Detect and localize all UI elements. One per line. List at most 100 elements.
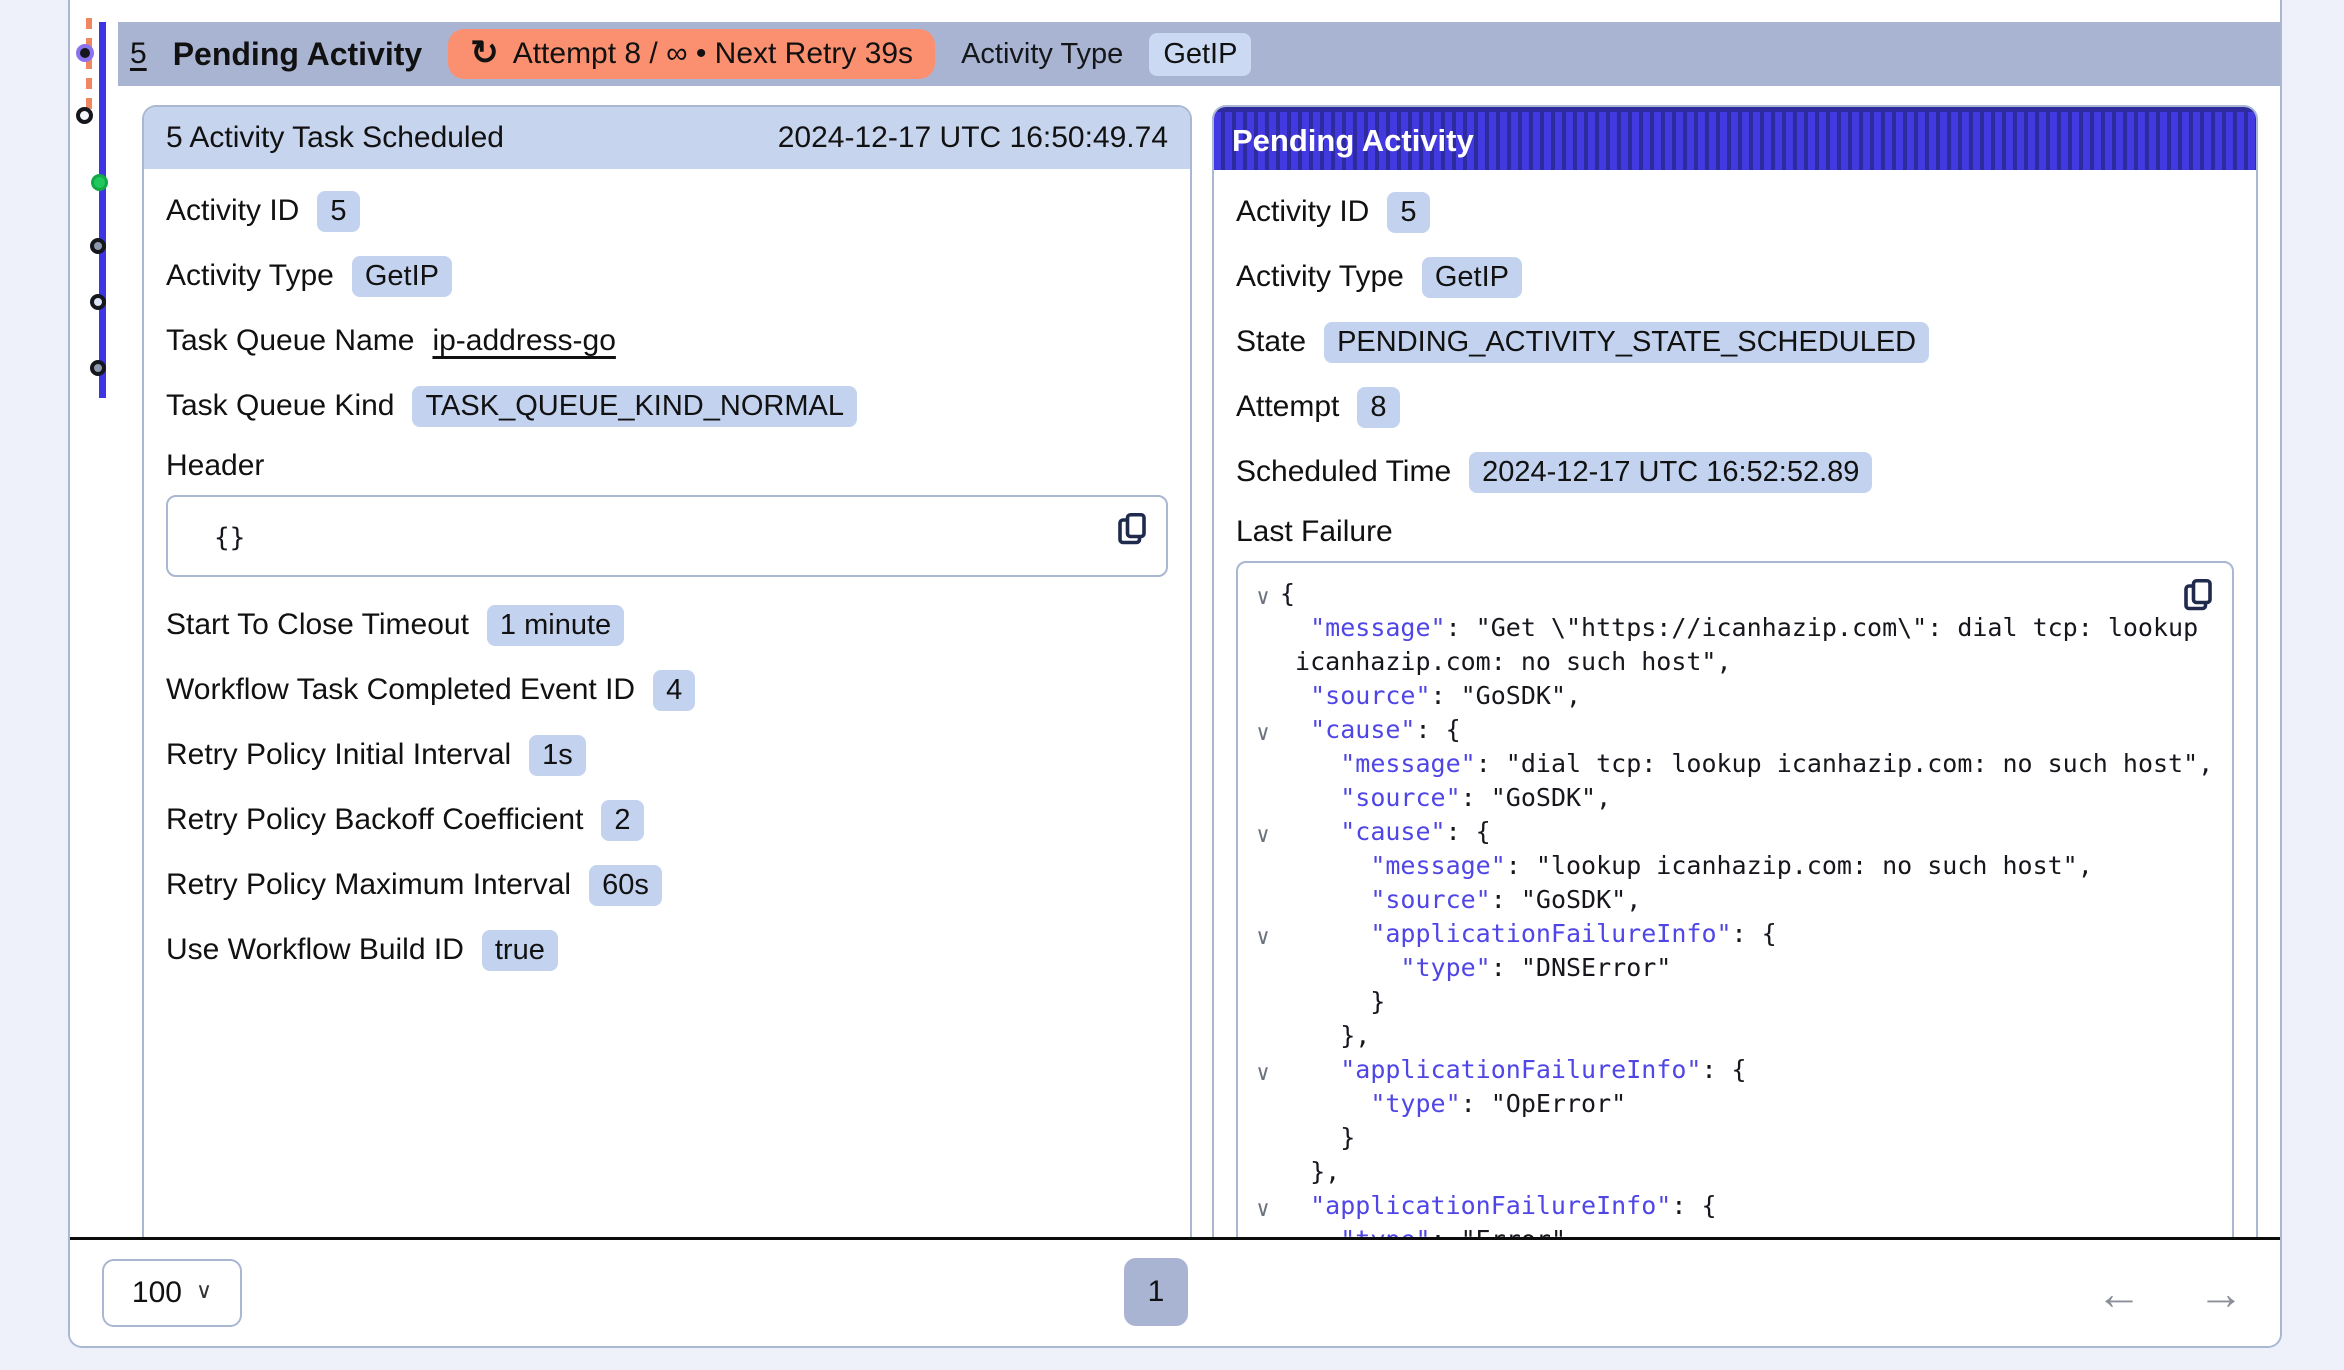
- collapse-chevron-icon[interactable]: ∨: [1246, 921, 1280, 955]
- code-gutter: [1246, 1125, 1280, 1159]
- code-gutter: [1246, 1159, 1280, 1193]
- previous-page-icon[interactable]: ←: [2096, 1270, 2142, 1316]
- code-gutter: [1246, 887, 1280, 921]
- code-text: },: [1280, 1019, 1370, 1053]
- field-label: Task Queue Name: [166, 324, 414, 358]
- next-page-icon[interactable]: →: [2198, 1270, 2244, 1316]
- pending-activity-row[interactable]: 5 Pending Activity ↻ Attempt 8 / ∞ • Nex…: [118, 22, 2280, 86]
- field-label: Retry Policy Backoff Coefficient: [166, 803, 583, 837]
- code-gutter: [1246, 853, 1280, 887]
- code-gutter: [1246, 649, 1280, 683]
- field-label: Attempt: [1236, 390, 1339, 424]
- timeline-dot-current-event[interactable]: [76, 44, 94, 62]
- code-gutter: [1246, 955, 1280, 989]
- field-label: Use Workflow Build ID: [166, 933, 464, 967]
- code-text: "cause": {: [1280, 815, 1491, 849]
- event-title: Pending Activity: [173, 36, 423, 73]
- code-gutter: [1246, 989, 1280, 1023]
- field-label: Task Queue Kind: [166, 389, 394, 423]
- field-label: Retry Policy Maximum Interval: [166, 868, 571, 902]
- field-value-badge: 2024-12-17 UTC 16:52:52.89: [1469, 452, 1872, 493]
- timeline-dot-event[interactable]: [90, 360, 106, 376]
- code-gutter: [1246, 785, 1280, 819]
- card-timestamp: 2024-12-17 UTC 16:50:49.74: [778, 121, 1168, 155]
- field-value-badge: GetIP: [1422, 257, 1522, 298]
- field-row: Workflow Task Completed Event ID4: [166, 668, 1168, 712]
- code-line: "source": "GoSDK",: [1246, 781, 2222, 815]
- code-line: "message": "lookup icanhazip.com: no suc…: [1246, 849, 2222, 883]
- code-text: "applicationFailureInfo": {: [1280, 1053, 1747, 1087]
- field-row: Activity ID 5: [1236, 190, 2234, 234]
- field-value-badge: 5: [1387, 192, 1429, 233]
- code-line: "type": "DNSError": [1246, 951, 2222, 985]
- field-label: Scheduled Time: [1236, 455, 1451, 489]
- timeline-dot-completed[interactable]: [91, 174, 108, 191]
- current-page-button[interactable]: 1: [1124, 1258, 1188, 1326]
- field-row: Start To Close Timeout1 minute: [166, 603, 1168, 647]
- field-label: Activity ID: [166, 194, 299, 228]
- copy-icon[interactable]: [2180, 577, 2216, 613]
- field-row: Scheduled Time 2024-12-17 UTC 16:52:52.89: [1236, 450, 2234, 494]
- field-value-badge: 60s: [589, 865, 662, 906]
- field-label: Retry Policy Initial Interval: [166, 738, 511, 772]
- activity-type-badge: GetIP: [1149, 33, 1251, 76]
- code-line: ∨ "applicationFailureInfo": {: [1246, 1189, 2222, 1223]
- collapse-chevron-icon[interactable]: ∨: [1246, 1057, 1280, 1091]
- code-text: "cause": {: [1280, 713, 1461, 747]
- header-section-label: Header: [166, 449, 1168, 483]
- field-row: Retry Policy Maximum Interval 60s: [166, 863, 1168, 907]
- field-value-badge: 4: [653, 670, 695, 711]
- timeline-dot-scheduled[interactable]: [76, 107, 93, 124]
- retry-badge-label: Attempt 8 / ∞ • Next Retry 39s: [513, 37, 913, 71]
- task-queue-link[interactable]: ip-address-go: [432, 324, 615, 358]
- field-label: State: [1236, 325, 1306, 359]
- code-line: },: [1246, 1155, 2222, 1189]
- last-failure-json: ∨{ "message": "Get \"https://icanhazip.c…: [1246, 577, 2222, 1237]
- code-text: "type": "Error": [1280, 1223, 1566, 1237]
- code-gutter: [1246, 615, 1280, 649]
- timeline-dot-event[interactable]: [90, 238, 106, 254]
- collapse-chevron-icon[interactable]: ∨: [1246, 819, 1280, 853]
- code-line: "type": "OpError": [1246, 1087, 2222, 1121]
- collapse-chevron-icon[interactable]: ∨: [1246, 581, 1280, 615]
- code-line: "type": "Error": [1246, 1223, 2222, 1237]
- page-size-value: 100: [132, 1276, 182, 1310]
- card-title: 5 Activity Task Scheduled: [166, 121, 504, 155]
- timeline-dot-event[interactable]: [90, 294, 106, 310]
- code-text: "applicationFailureInfo": {: [1280, 1189, 1717, 1223]
- collapse-chevron-icon[interactable]: ∨: [1246, 1193, 1280, 1227]
- code-line: ∨ "applicationFailureInfo": {: [1246, 1053, 2222, 1087]
- collapse-chevron-icon[interactable]: ∨: [1246, 717, 1280, 751]
- header-payload-value: {}: [214, 523, 245, 553]
- field-value-badge: TASK_QUEUE_KIND_NORMAL: [412, 386, 856, 427]
- field-row: Attempt8: [1236, 385, 2234, 429]
- pagination-bar: 100 ∨ 1 ← →: [70, 1240, 2280, 1346]
- page-size-select[interactable]: 100 ∨: [102, 1259, 242, 1327]
- pending-activity-card-header: Pending Activity: [1214, 107, 2256, 170]
- code-gutter: [1246, 1091, 1280, 1125]
- retry-status-badge: ↻ Attempt 8 / ∞ • Next Retry 39s: [448, 29, 935, 79]
- copy-icon[interactable]: [1114, 511, 1150, 547]
- field-row: Activity ID5: [166, 189, 1168, 233]
- field-row: Task Queue Name ip-address-go: [166, 319, 1168, 363]
- code-line: "message": "dial tcp: lookup icanhazip.c…: [1246, 747, 2222, 781]
- field-value-badge: 2: [601, 800, 643, 841]
- last-failure-label: Last Failure: [1236, 515, 2234, 549]
- right-fields: Activity ID5Activity TypeGetIPStatePENDI…: [1236, 190, 2234, 494]
- event-id-link[interactable]: 5: [130, 37, 147, 71]
- activity-task-scheduled-header: 5 Activity Task Scheduled 2024-12-17 UTC…: [144, 107, 1190, 169]
- timeline-retry-dashed-line: [86, 18, 92, 120]
- retry-icon: ↻: [470, 36, 499, 70]
- code-gutter: [1246, 751, 1280, 785]
- code-text: "message": "lookup icanhazip.com: no suc…: [1280, 849, 2093, 883]
- field-label: Start To Close Timeout: [166, 608, 469, 642]
- code-text: }: [1280, 1121, 1355, 1155]
- chevron-down-icon: ∨: [196, 1278, 212, 1304]
- timeline-history-line: [99, 22, 106, 398]
- code-line: }: [1246, 1121, 2222, 1155]
- code-gutter: [1246, 1227, 1280, 1237]
- code-line: ∨ "cause": {: [1246, 815, 2222, 849]
- field-value-badge: 1s: [529, 735, 586, 776]
- field-label: Activity ID: [1236, 195, 1369, 229]
- field-row: StatePENDING_ACTIVITY_STATE_SCHEDULED: [1236, 320, 2234, 364]
